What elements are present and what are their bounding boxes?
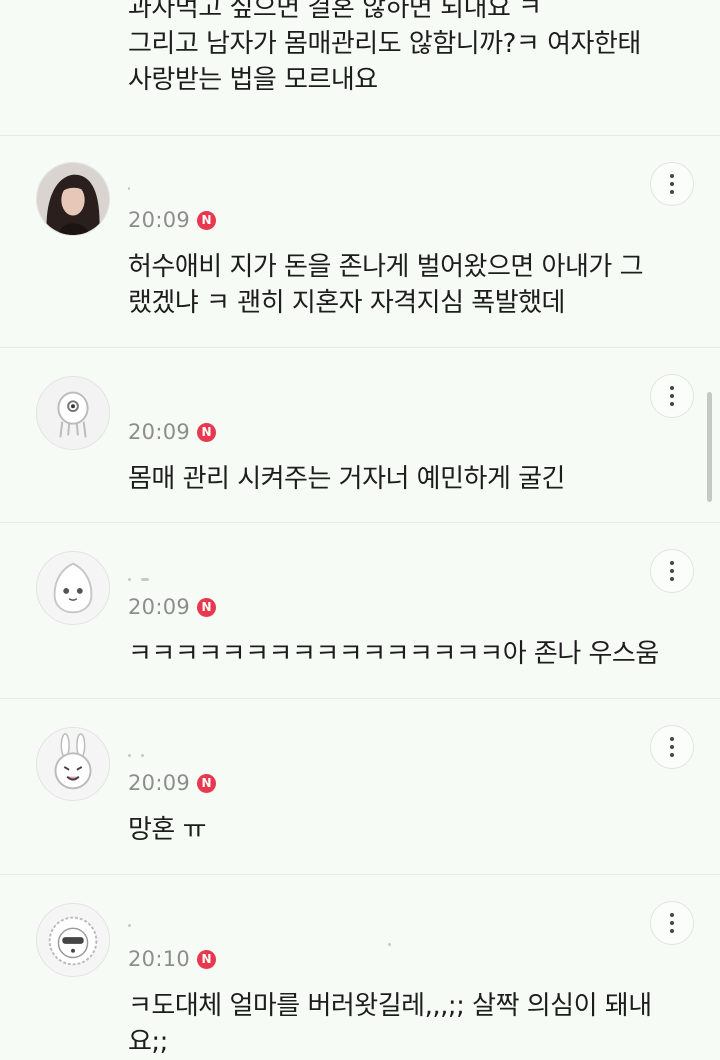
new-badge: N [197, 210, 217, 230]
comment-line: 과자먹고 싶으면 결혼 않하면 되내요 ㅋ [128, 0, 542, 23]
comment-meta: 20:09 N [128, 595, 217, 619]
comment-line: 허수애비 지가 돈을 존나게 벌어왔으면 아내가 그 [128, 252, 644, 282]
nickname-hidden [128, 178, 308, 190]
more-options-button[interactable] [650, 725, 694, 769]
more-options-button[interactable] [650, 162, 694, 206]
nickname-hidden [128, 569, 308, 581]
comment-text: 망혼 ㅠ [128, 812, 698, 848]
woman-photo-avatar-icon[interactable] [36, 162, 110, 236]
comment-line: ㅋㅋㅋㅋㅋㅋㅋㅋㅋㅋㅋㅋㅋㅋㅋㅋ아 존나 우스움 [128, 639, 659, 669]
comment-line: ㅋ도대체 얼마를 버러왓길레,,,;; 살짝 의심이 돼내 [128, 991, 652, 1021]
comment-meta: 20:09 N [128, 420, 217, 444]
new-badge: N [197, 597, 217, 617]
scrollbar[interactable] [707, 392, 712, 502]
comment-time: 20:09 [128, 771, 191, 795]
comment-item: 20:09 N 망혼 ㅠ [0, 699, 720, 874]
rabbit-character-avatar-icon[interactable] [36, 727, 110, 801]
one-eyed-character-avatar-icon[interactable] [36, 376, 110, 450]
comment-line: 그리고 남자가 몸매관리도 않함니까?ㅋ 여자한태 [128, 29, 641, 59]
comment-time: 20:09 [128, 420, 191, 444]
new-badge: N [197, 422, 217, 442]
new-badge: N [197, 773, 217, 793]
comment-time: 20:09 [128, 595, 191, 619]
comment-line: 망혼 ㅠ [128, 815, 207, 845]
new-badge: N [197, 949, 217, 969]
more-options-button[interactable] [650, 901, 694, 945]
comment-line: 요;; [128, 1027, 168, 1057]
comment-item: 20:09 N ㅋㅋㅋㅋㅋㅋㅋㅋㅋㅋㅋㅋㅋㅋㅋㅋ아 존나 우스움 [0, 523, 720, 698]
comment-line: 몸매 관리 시켜주는 거자너 예민하게 굴긴 [128, 464, 565, 494]
lion-character-avatar-icon[interactable] [36, 903, 110, 977]
comment-time: 20:09 [128, 208, 191, 232]
nickname-hidden [128, 915, 391, 946]
comment-line: 사랑받는 법을 모르내요 [128, 65, 378, 95]
comment-meta: 20:10 N [128, 947, 217, 971]
comment-time: 20:10 [128, 947, 191, 971]
comment-text: ㅋㅋㅋㅋㅋㅋㅋㅋㅋㅋㅋㅋㅋㅋㅋㅋ아 존나 우스움 [128, 636, 698, 672]
comment-text: 허수애비 지가 돈을 존나게 벌어왔으면 아내가 그 랬겠냐 ㅋ 괜히 지혼자 … [128, 249, 698, 321]
more-options-button[interactable] [650, 374, 694, 418]
comment-meta: 20:09 N [128, 208, 217, 232]
comment-item: 20:09 N 몸매 관리 시켜주는 거자너 예민하게 굴긴 [0, 348, 720, 522]
comment-text: ㅋ도대체 얼마를 버러왓길레,,,;; 살짝 의심이 돼내 요;; [128, 988, 698, 1060]
comment-item: 20:09 N 허수애비 지가 돈을 존나게 벌어왔으면 아내가 그 랬겠냐 ㅋ… [0, 136, 720, 347]
apeach-character-avatar-icon[interactable] [36, 551, 110, 625]
nickname-hidden [128, 745, 308, 757]
comment-meta: 20:09 N [128, 771, 217, 795]
comment-text: 몸매 관리 시켜주는 거자너 예민하게 굴긴 [128, 461, 698, 497]
more-options-button[interactable] [650, 549, 694, 593]
comment-line: 랬겠냐 ㅋ 괜히 지혼자 자격지심 폭발했데 [128, 288, 565, 318]
previous-comment-text: 과자먹고 싶으면 결혼 않하면 되내요 ㅋ 그리고 남자가 몸매관리도 않함니까… [128, 0, 708, 98]
comment-item: 20:10 N ㅋ도대체 얼마를 버러왓길레,,,;; 살짝 의심이 돼내 요;… [0, 875, 720, 1057]
